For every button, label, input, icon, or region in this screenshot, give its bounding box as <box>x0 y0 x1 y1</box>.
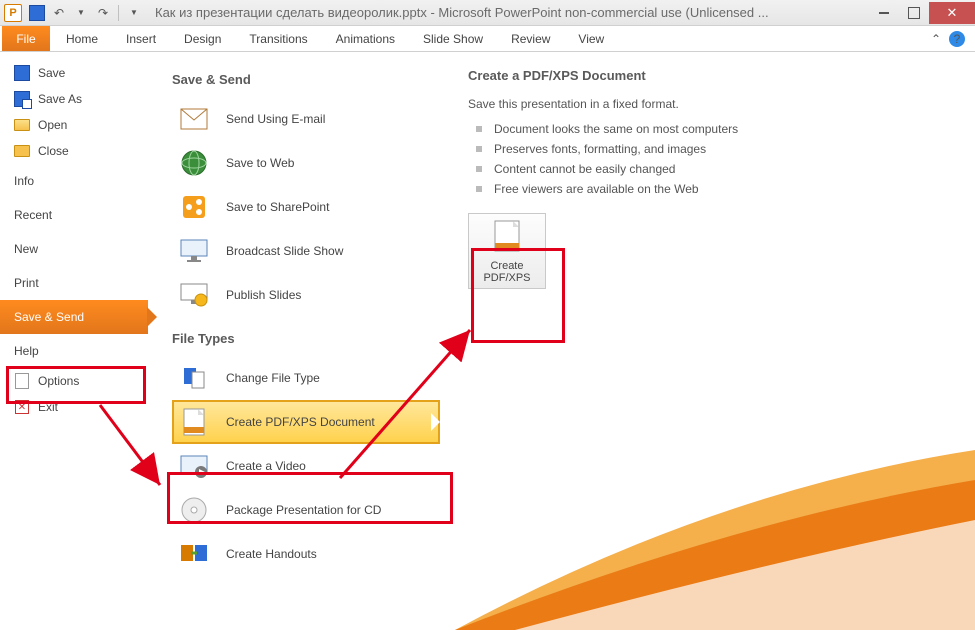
title-bar: P ↶ ▼ ↷ ▼ Как из презентации сделать вид… <box>0 0 975 26</box>
option-send-email-label: Send Using E-mail <box>226 112 325 126</box>
change-type-icon <box>178 362 210 394</box>
maximize-button[interactable] <box>899 2 929 24</box>
pdf-large-icon <box>490 218 524 256</box>
tab-animations[interactable]: Animations <box>322 26 409 51</box>
envelope-icon <box>178 103 210 135</box>
nav-save-label: Save <box>38 66 65 80</box>
bullet-item: Document looks the same on most computer… <box>468 119 955 139</box>
publish-icon <box>178 279 210 311</box>
nav-print[interactable]: Print <box>0 266 148 300</box>
option-create-handouts[interactable]: Create Handouts <box>172 532 440 576</box>
file-types-heading: File Types <box>172 331 440 346</box>
nav-help[interactable]: Help <box>0 334 148 368</box>
nav-save-as[interactable]: Save As <box>0 86 148 112</box>
qat-undo-icon[interactable]: ↶ <box>50 4 68 22</box>
tab-slideshow[interactable]: Slide Show <box>409 26 497 51</box>
qat-undo-dropdown-icon[interactable]: ▼ <box>72 4 90 22</box>
detail-description: Save this presentation in a fixed format… <box>468 97 955 111</box>
tab-view[interactable]: View <box>564 26 618 51</box>
nav-save-as-label: Save As <box>38 92 82 106</box>
qat-customize-icon[interactable]: ▼ <box>125 4 143 22</box>
detail-bullets: Document looks the same on most computer… <box>468 119 955 199</box>
save-send-options: Save & Send Send Using E-mail Save to We… <box>148 52 448 630</box>
nav-save[interactable]: Save <box>0 60 148 86</box>
backstage-view: Save Save As Open Close Info Recent New … <box>0 52 975 630</box>
option-broadcast-label: Broadcast Slide Show <box>226 244 343 258</box>
option-create-pdf-xps-label: Create PDF/XPS Document <box>226 415 375 429</box>
backstage-left-nav: Save Save As Open Close Info Recent New … <box>0 52 148 630</box>
nav-new[interactable]: New <box>0 232 148 266</box>
option-create-pdf-xps[interactable]: Create PDF/XPS Document <box>172 400 440 444</box>
option-save-web[interactable]: Save to Web <box>172 141 440 185</box>
qat-redo-icon[interactable]: ↷ <box>94 4 112 22</box>
option-change-file-type[interactable]: Change File Type <box>172 356 440 400</box>
bullet-item: Free viewers are available on the Web <box>468 179 955 199</box>
option-save-sharepoint-label: Save to SharePoint <box>226 200 329 214</box>
ribbon-tabs: File Home Insert Design Transitions Anim… <box>0 26 975 52</box>
pdf-icon <box>178 406 210 438</box>
option-create-video-label: Create a Video <box>226 459 306 473</box>
option-send-email[interactable]: Send Using E-mail <box>172 97 440 141</box>
option-create-video[interactable]: Create a Video <box>172 444 440 488</box>
option-broadcast[interactable]: Broadcast Slide Show <box>172 229 440 273</box>
nav-info[interactable]: Info <box>0 164 148 198</box>
option-save-sharepoint[interactable]: Save to SharePoint <box>172 185 440 229</box>
handouts-icon <box>178 538 210 570</box>
close-window-button[interactable] <box>929 2 975 24</box>
nav-close[interactable]: Close <box>0 138 148 164</box>
option-save-web-label: Save to Web <box>226 156 294 170</box>
option-publish-slides-label: Publish Slides <box>226 288 301 302</box>
create-pdf-xps-button[interactable]: CreatePDF/XPS <box>468 213 546 289</box>
minimize-ribbon-icon[interactable]: ⌃ <box>931 32 941 46</box>
nav-close-label: Close <box>38 144 69 158</box>
create-pdf-button-line1: Create <box>490 260 523 272</box>
globe-icon <box>178 147 210 179</box>
nav-options[interactable]: Options <box>0 368 148 394</box>
tab-home[interactable]: Home <box>52 26 112 51</box>
sharepoint-icon <box>178 191 210 223</box>
nav-save-send[interactable]: Save & Send <box>0 300 148 334</box>
video-icon <box>178 450 210 482</box>
nav-options-label: Options <box>38 374 79 388</box>
option-create-handouts-label: Create Handouts <box>226 547 317 561</box>
tab-insert[interactable]: Insert <box>112 26 170 51</box>
nav-exit[interactable]: ✕Exit <box>0 394 148 420</box>
option-publish-slides[interactable]: Publish Slides <box>172 273 440 317</box>
create-pdf-button-line2: PDF/XPS <box>483 272 530 284</box>
tab-review[interactable]: Review <box>497 26 564 51</box>
cd-icon <box>178 494 210 526</box>
tab-file[interactable]: File <box>2 26 50 51</box>
nav-recent[interactable]: Recent <box>0 198 148 232</box>
bullet-item: Preserves fonts, formatting, and images <box>468 139 955 159</box>
app-icon: P <box>4 4 22 22</box>
detail-title: Create a PDF/XPS Document <box>468 68 955 83</box>
tab-design[interactable]: Design <box>170 26 235 51</box>
option-package-cd[interactable]: Package Presentation for CD <box>172 488 440 532</box>
qat-save-icon[interactable] <box>28 4 46 22</box>
tab-transitions[interactable]: Transitions <box>235 26 321 51</box>
help-icon[interactable]: ? <box>949 31 965 47</box>
bullet-item: Content cannot be easily changed <box>468 159 955 179</box>
broadcast-icon <box>178 235 210 267</box>
nav-open[interactable]: Open <box>0 112 148 138</box>
window-controls <box>869 2 975 24</box>
quick-access-toolbar: ↶ ▼ ↷ ▼ <box>28 4 143 22</box>
qat-separator <box>118 5 119 21</box>
option-package-cd-label: Package Presentation for CD <box>226 503 381 517</box>
window-title: Как из презентации сделать видеоролик.pp… <box>143 5 869 20</box>
nav-exit-label: Exit <box>38 400 58 414</box>
minimize-button[interactable] <box>869 2 899 24</box>
detail-pane: Create a PDF/XPS Document Save this pres… <box>448 52 975 630</box>
option-change-file-type-label: Change File Type <box>226 371 320 385</box>
save-send-heading: Save & Send <box>172 72 440 87</box>
nav-open-label: Open <box>38 118 67 132</box>
